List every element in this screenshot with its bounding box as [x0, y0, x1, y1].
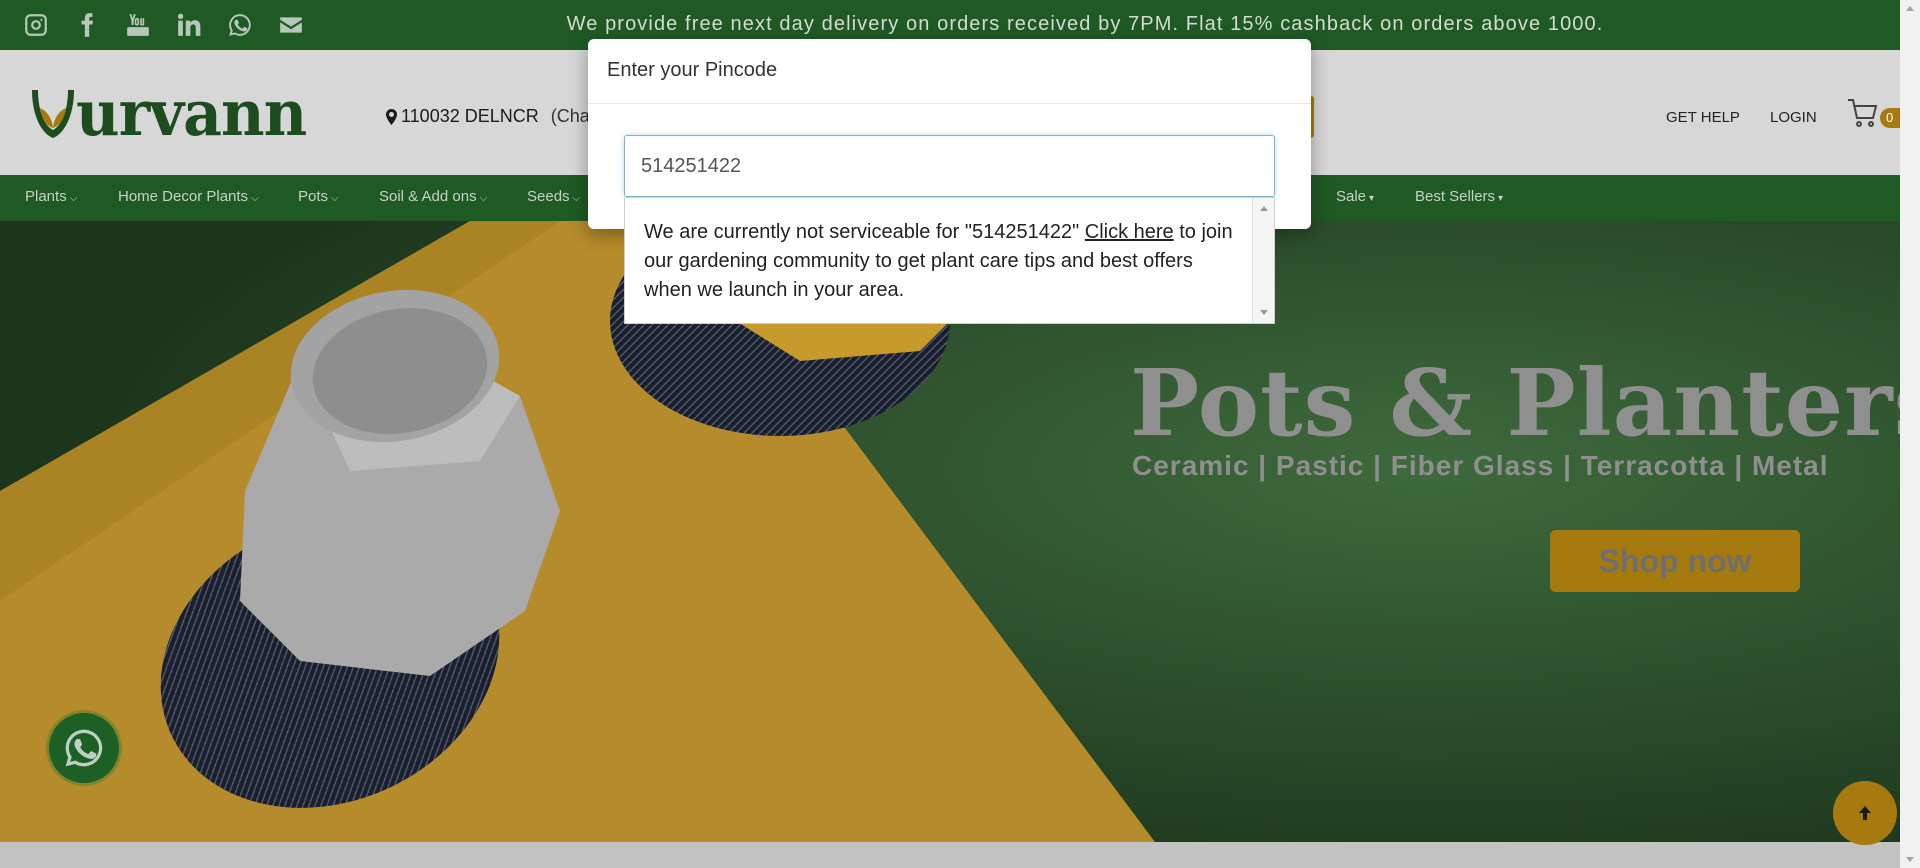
- modal-title: Enter your Pincode: [607, 59, 778, 81]
- not-serviceable-message: We are currently not serviceable for "51…: [644, 221, 1233, 301]
- scroll-down-arrow-icon[interactable]: [1906, 857, 1914, 862]
- join-community-link[interactable]: Click here: [1085, 221, 1174, 243]
- modal-divider: [588, 103, 1311, 104]
- pincode-suggestion-dropdown: We are currently not serviceable for "51…: [624, 197, 1275, 324]
- dropdown-scrollbar[interactable]: [1252, 198, 1274, 323]
- scroll-down-arrow-icon[interactable]: [1260, 310, 1268, 315]
- scroll-up-arrow-icon[interactable]: [1906, 6, 1914, 11]
- pincode-input[interactable]: [624, 135, 1275, 197]
- scroll-up-arrow-icon[interactable]: [1260, 206, 1268, 211]
- page-scrollbar[interactable]: [1900, 0, 1920, 868]
